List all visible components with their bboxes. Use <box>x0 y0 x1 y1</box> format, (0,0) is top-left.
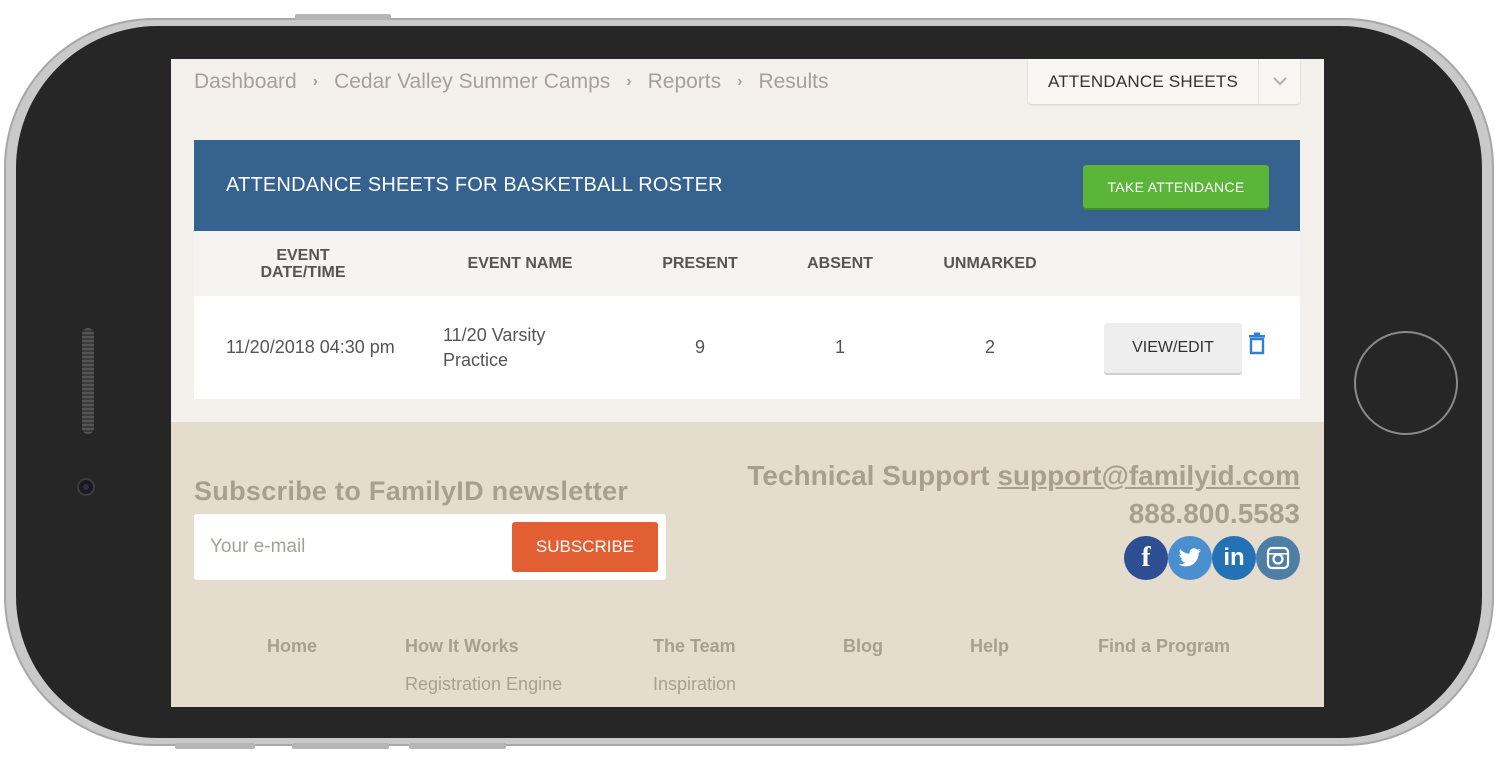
twitter-icon[interactable] <box>1168 536 1212 580</box>
column-header-unmarked: UNMARKED <box>924 231 1056 296</box>
footer-nav: Home How It Works Registration Engine Th… <box>171 636 1324 696</box>
cell-event-name: 11/20 Varsity Practice <box>443 324 546 370</box>
column-header-label: EVENT DATE/TIME <box>260 246 346 281</box>
breadcrumb-program[interactable]: Cedar Valley Summer Camps <box>334 70 610 94</box>
breadcrumb-dashboard[interactable]: Dashboard <box>194 70 297 94</box>
panel-title: ATTENDANCE SHEETS FOR BASKETBALL ROSTER <box>226 174 723 196</box>
linkedin-icon[interactable]: in <box>1212 536 1256 580</box>
newsletter-title: Subscribe to FamilyID newsletter <box>194 476 629 506</box>
facebook-icon[interactable]: f <box>1124 536 1168 580</box>
social-links: f in <box>1124 536 1300 580</box>
support-email-link[interactable]: support@familyid.com <box>997 460 1300 491</box>
trash-icon[interactable] <box>1247 332 1267 356</box>
panel-header: ATTENDANCE SHEETS FOR BASKETBALL ROSTER … <box>194 140 1300 231</box>
app-screen: Dashboard › Cedar Valley Summer Camps › … <box>171 59 1324 707</box>
footer-link-help[interactable]: Help <box>970 636 1009 657</box>
speaker-grille <box>82 328 94 434</box>
phone-side-button <box>292 743 389 749</box>
attendance-panel: ATTENDANCE SHEETS FOR BASKETBALL ROSTER … <box>194 140 1300 399</box>
cell-absent: 1 <box>834 337 845 357</box>
support-label: Technical Support <box>747 460 990 491</box>
home-button[interactable] <box>1354 331 1458 435</box>
footer-link-the-team[interactable]: The Team <box>653 636 736 657</box>
report-type-selected: ATTENDANCE SHEETS <box>1047 71 1239 91</box>
footer-link-home[interactable]: Home <box>267 636 317 657</box>
column-header-present: PRESENT <box>640 231 760 296</box>
footer-link-find-program[interactable]: Find a Program <box>1098 636 1230 657</box>
breadcrumb-reports[interactable]: Reports <box>648 70 722 94</box>
support-phone: 888.800.5583 <box>1128 498 1300 529</box>
take-attendance-button[interactable]: TAKE ATTENDANCE <box>1083 165 1269 208</box>
phone-side-button <box>175 743 255 749</box>
footer-link-inspiration[interactable]: Inspiration <box>653 674 736 695</box>
column-header-label: EVENT NAME <box>467 255 573 272</box>
instagram-icon[interactable] <box>1256 536 1300 580</box>
chevron-right-icon: › <box>312 73 319 90</box>
column-header-label: PRESENT <box>662 255 738 272</box>
phone-side-button <box>409 743 506 749</box>
footer-link-registration-engine[interactable]: Registration Engine <box>405 674 562 695</box>
footer-link-blog[interactable]: Blog <box>843 636 883 657</box>
technical-support: Technical Support support@familyid.com <box>747 460 1300 492</box>
view-edit-button[interactable]: VIEW/EDIT <box>1104 323 1242 373</box>
chevron-down-icon[interactable] <box>1258 59 1300 104</box>
front-camera <box>77 478 95 496</box>
site-footer: Subscribe to FamilyID newsletter SUBSCRI… <box>171 422 1324 707</box>
newsletter-email-input[interactable] <box>194 514 504 580</box>
table-row: 11/20/2018 04:30 pm 11/20 Varsity Practi… <box>194 296 1300 399</box>
cell-unmarked: 2 <box>984 337 995 357</box>
report-type-dropdown[interactable]: ATTENDANCE SHEETS <box>1028 59 1300 104</box>
column-header-label: UNMARKED <box>943 255 1037 272</box>
phone-side-button <box>295 14 391 20</box>
breadcrumb-results: Results <box>758 70 829 93</box>
chevron-right-icon: › <box>626 73 632 90</box>
cell-present: 9 <box>694 337 705 357</box>
newsletter-form: SUBSCRIBE <box>194 514 666 580</box>
chevron-right-icon: › <box>737 73 743 90</box>
breadcrumb: Dashboard › Cedar Valley Summer Camps › … <box>194 69 828 95</box>
column-header-event-name: EVENT NAME <box>439 231 601 296</box>
footer-link-how-it-works[interactable]: How It Works <box>405 636 519 657</box>
column-header-absent: ABSENT <box>780 231 900 296</box>
column-header-label: ABSENT <box>807 255 873 272</box>
column-header-event-datetime: EVENT DATE/TIME <box>242 231 364 296</box>
table-header: EVENT DATE/TIME EVENT NAME PRESENT ABSEN… <box>194 231 1300 296</box>
subscribe-button[interactable]: SUBSCRIBE <box>512 522 658 572</box>
cell-event-datetime: 11/20/2018 04:30 pm <box>226 337 395 357</box>
